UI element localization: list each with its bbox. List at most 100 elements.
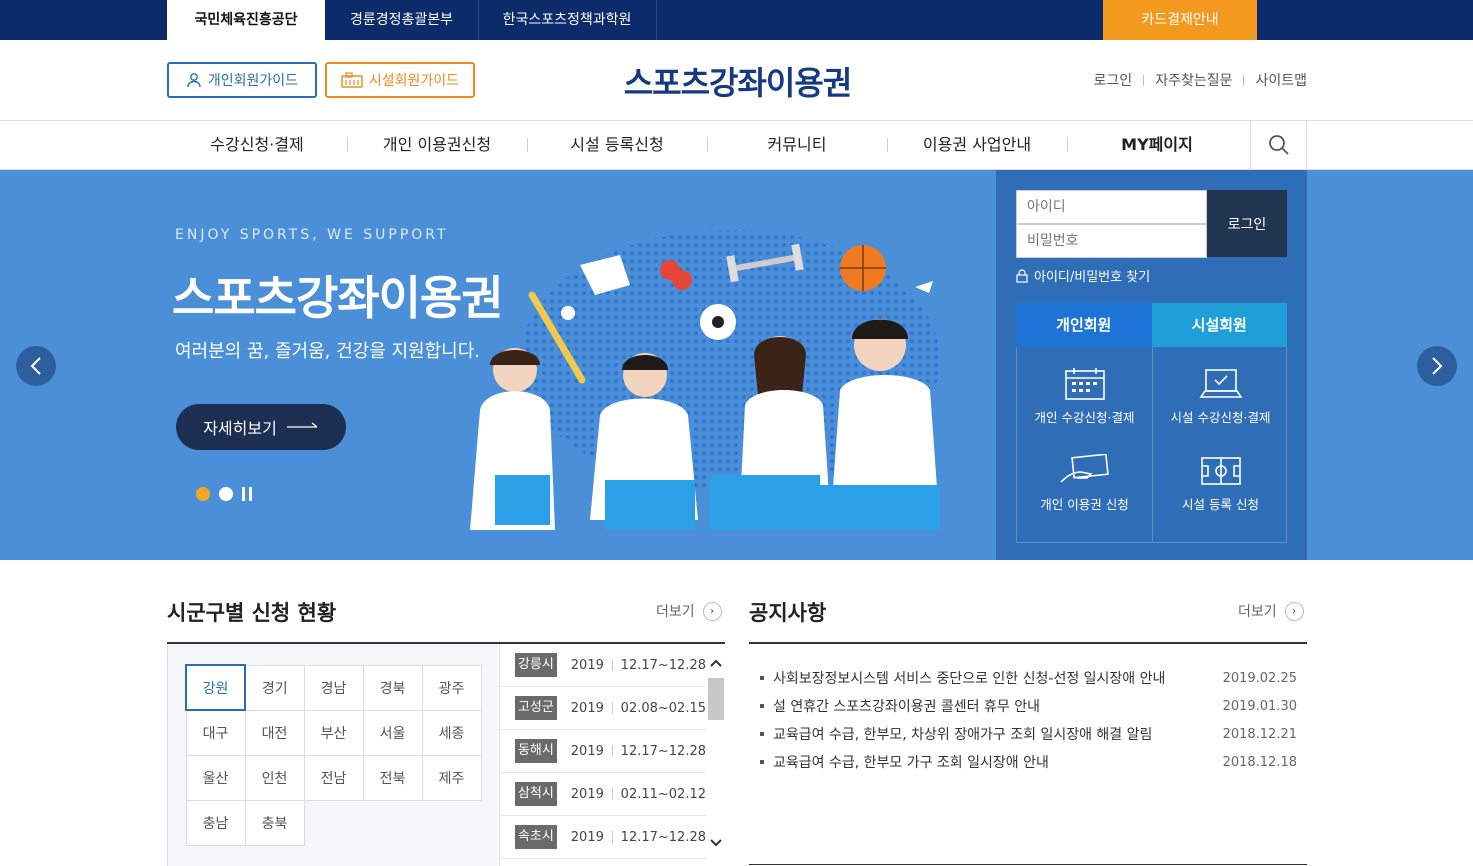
period: 12.17~12.28 <box>620 743 706 759</box>
nav-facility-register[interactable]: 시설 등록신청 <box>527 121 707 169</box>
password-input[interactable] <box>1016 224 1207 258</box>
year: 2019 <box>570 657 604 673</box>
prev-slide-button[interactable] <box>16 346 56 386</box>
region-incheon[interactable]: 인천 <box>244 754 305 801</box>
divider <box>1143 74 1145 86</box>
nav-person-voucher[interactable]: 개인 이용권신청 <box>347 121 527 169</box>
quick-person-enroll[interactable]: 개인 수강신청·결제 <box>1017 367 1152 426</box>
region-jeonnam[interactable]: 전남 <box>303 754 364 801</box>
region-more-label: 더보기 <box>656 604 695 620</box>
bullet <box>760 676 764 680</box>
scrollbar-thumb[interactable] <box>708 678 724 720</box>
field-icon <box>1200 457 1241 485</box>
hero-subtitle: 여러분의 꿈, 즐거움, 건강을 지원합니다. <box>175 341 481 362</box>
region-daejeon[interactable]: 대전 <box>244 709 305 756</box>
sitemap-link[interactable]: 사이트맵 <box>1255 70 1307 90</box>
region-seoul[interactable]: 서울 <box>362 709 423 756</box>
region-jeonbuk[interactable]: 전북 <box>362 754 423 801</box>
list-item[interactable]: 동해시 2019 12.17~12.28 <box>500 730 706 773</box>
search-icon <box>1268 135 1289 155</box>
id-input[interactable] <box>1016 190 1207 224</box>
notice-title[interactable]: 사회보장정보시스템 서비스 중단으로 인한 신청-선정 일시장애 안내 <box>773 668 1165 688</box>
site-logo[interactable]: 스포츠강좌이용권 <box>600 58 875 104</box>
quick-facility-enroll[interactable]: 시설 수강신청·결제 <box>1153 367 1288 426</box>
slide-indicator <box>196 487 252 501</box>
section-rule <box>749 642 1307 644</box>
scrollbar[interactable] <box>707 654 725 854</box>
list-item[interactable]: 강릉시 2019 12.17~12.28 <box>500 644 706 687</box>
nav-business-info[interactable]: 이용권 사업안내 <box>887 121 1067 169</box>
person-guide-button[interactable]: 개인회원가이드 <box>167 62 317 98</box>
list-item[interactable]: 삼척시 2019 02.11~02.12 <box>500 773 706 816</box>
region-gwangju[interactable]: 광주 <box>421 664 482 711</box>
region-gyeongnam[interactable]: 경남 <box>303 664 364 711</box>
slide-dot-2[interactable] <box>219 487 233 501</box>
laptop-check-icon <box>1199 369 1242 398</box>
region-more-link[interactable]: 더보기 › <box>656 601 722 621</box>
region-busan[interactable]: 부산 <box>303 709 364 756</box>
region-chungbuk[interactable]: 충북 <box>244 799 305 846</box>
login-link[interactable]: 로그인 <box>1094 70 1133 90</box>
list-item[interactable]: 속초시 2019 12.17~12.28 <box>500 816 706 859</box>
tab-person-member[interactable]: 개인회원 <box>1016 303 1152 347</box>
find-account-label: 아이디/비밀번호 찾기 <box>1034 270 1151 285</box>
hero-banner: ENJOY SPORTS, WE SUPPORT 스포츠강좌이용권 여러분의 꿈… <box>0 170 1473 560</box>
faq-link[interactable]: 자주찾는질문 <box>1155 70 1232 90</box>
tab-cycle-boat[interactable]: 경륜경정총괄본부 <box>325 0 478 40</box>
notice-item[interactable]: 설 연휴간 스포츠강좌이용권 콜센터 휴무 안내 2019.01.30 <box>749 692 1307 720</box>
list-item[interactable]: 고성군 2019 02.08~02.15 <box>500 687 706 730</box>
quick-person-voucher[interactable]: 개인 이용권 신청 <box>1017 454 1152 513</box>
nav-mypage[interactable]: MY페이지 <box>1067 121 1247 169</box>
search-button[interactable] <box>1250 121 1307 169</box>
notice-item[interactable]: 교육급여 수급, 한부모 가구 조회 일시장애 안내 2018.12.18 <box>749 748 1307 776</box>
region-gyeonggi[interactable]: 경기 <box>244 664 305 711</box>
nav-enroll-payment[interactable]: 수강신청·결제 <box>167 121 347 169</box>
notice-title[interactable]: 교육급여 수급, 한부모 가구 조회 일시장애 안내 <box>773 752 1049 772</box>
city-badge: 속초시 <box>515 825 557 849</box>
city-badge: 삼척시 <box>515 782 557 806</box>
next-slide-button[interactable] <box>1417 346 1457 386</box>
region-sejong[interactable]: 세종 <box>421 709 482 756</box>
tab-kspo[interactable]: 국민체육진흥공단 <box>167 0 325 40</box>
notice-more-link[interactable]: 더보기 › <box>1238 601 1304 621</box>
hand-card-icon <box>1059 454 1109 483</box>
tab-sports-science[interactable]: 한국스포츠정책과학원 <box>478 0 656 40</box>
year: 2019 <box>570 786 604 802</box>
region-ulsan[interactable]: 울산 <box>185 754 246 801</box>
card-payment-button[interactable]: 카드결제안내 <box>1103 0 1257 40</box>
region-chungnam[interactable]: 충남 <box>185 799 246 846</box>
notice-item[interactable]: 교육급여 수급, 한부모, 차상위 장애가구 조회 일시장애 해결 알림 201… <box>749 720 1307 748</box>
notice-section-title: 공지사항 <box>749 601 827 625</box>
facility-guide-label: 시설회원가이드 <box>368 73 460 89</box>
quick-facility-register[interactable]: 시설 등록 신청 <box>1153 454 1288 513</box>
region-gyeongbuk[interactable]: 경북 <box>362 664 423 711</box>
utility-links: 로그인 자주찾는질문 사이트맵 <box>1094 70 1307 90</box>
chevron-right-icon <box>1432 357 1443 375</box>
region-daegu[interactable]: 대구 <box>185 709 246 756</box>
notice-more-label: 더보기 <box>1238 604 1277 620</box>
slide-dot-1[interactable] <box>196 487 210 501</box>
login-button[interactable]: 로그인 <box>1207 190 1287 257</box>
notice-title[interactable]: 설 연휴간 스포츠강좌이용권 콜센터 휴무 안내 <box>773 696 1040 716</box>
quick-person-enroll-label: 개인 수강신청·결제 <box>1034 410 1135 425</box>
city-badge: 고성군 <box>515 696 557 720</box>
lock-icon <box>1016 268 1028 283</box>
notice-item[interactable]: 사회보장정보시스템 서비스 중단으로 인한 신청-선정 일시장애 안내 2019… <box>749 664 1307 692</box>
hero-more-button[interactable]: 자세히보기 <box>176 404 346 450</box>
calendar-icon <box>1064 368 1105 400</box>
period: 02.11~02.12 <box>620 786 706 802</box>
bullet <box>760 732 764 736</box>
find-account-link[interactable]: 아이디/비밀번호 찾기 <box>1016 266 1150 285</box>
region-section-title: 시군구별 신청 현황 <box>167 601 337 625</box>
nav-community[interactable]: 커뮤니티 <box>707 121 887 169</box>
divider <box>1243 74 1245 86</box>
region-jeju[interactable]: 제주 <box>421 754 482 801</box>
notice-list: 사회보장정보시스템 서비스 중단으로 인한 신청-선정 일시장애 안내 2019… <box>749 664 1307 776</box>
chevron-down-icon <box>710 839 722 847</box>
region-gangwon[interactable]: 강원 <box>185 664 246 711</box>
pause-button[interactable] <box>242 487 252 501</box>
facility-guide-button[interactable]: 시설회원가이드 <box>325 62 475 98</box>
notice-title[interactable]: 교육급여 수급, 한부모, 차상위 장애가구 조회 일시장애 해결 알림 <box>773 724 1152 744</box>
chevron-up-icon <box>710 659 722 667</box>
tab-facility-member[interactable]: 시설회원 <box>1151 303 1287 347</box>
